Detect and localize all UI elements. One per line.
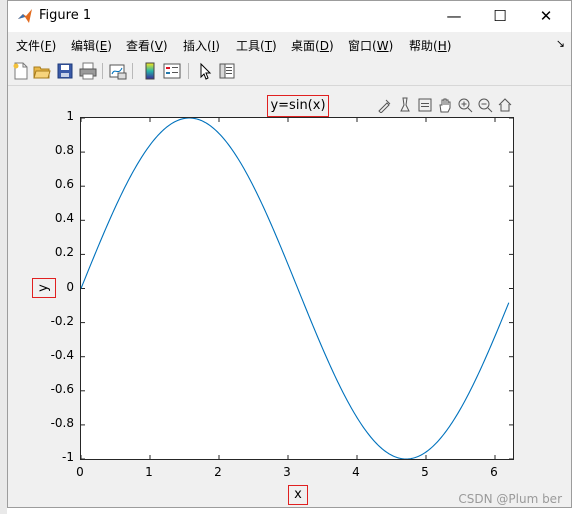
x-tick-label: 1 [145,465,153,479]
edit-plot-icon[interactable] [196,62,214,80]
insert-legend-icon[interactable] [163,62,181,80]
y-tick-label: 0.6 [54,177,74,192]
y-tick-label: 0.2 [54,245,74,260]
menu-tools[interactable]: 工具(T) [236,37,277,54]
new-figure-icon[interactable] [12,62,30,80]
y-tick-label: -1 [62,450,74,464]
series-line-0 [81,118,510,459]
y-tick-label: -0.4 [50,347,74,362]
menu-bar: 文件(F) 编辑(E) 查看(V) 插入(I) 工具(T) 桌面(D) 窗口(W… [8,32,571,56]
menu-overflow-icon[interactable]: ↘ [556,37,565,50]
window-title: Figure 1 [39,8,92,23]
property-inspector-icon[interactable] [218,62,236,80]
y-axis-label: y [32,278,56,298]
menu-file[interactable]: 文件(F) [16,37,56,54]
brush-icon[interactable] [377,97,393,113]
y-tick-label: 0.4 [54,211,74,226]
toolbar-separator [188,63,189,79]
menu-insert[interactable]: 插入(I) [183,37,220,54]
link-plot-icon[interactable] [109,62,127,80]
toolbar-separator [102,63,103,79]
data-tips-icon[interactable] [397,97,413,113]
y-tick-label: 1 [66,109,74,123]
background-window-strip [0,0,7,514]
watermark: CSDN @Plum ber [458,492,562,506]
home-icon[interactable] [497,97,513,113]
plot-axes[interactable] [80,117,514,460]
print-icon[interactable] [79,62,97,80]
toolbar-separator [132,63,133,79]
pan-icon[interactable] [437,97,453,113]
figure-toolbar [8,58,571,86]
menu-view[interactable]: 查看(V) [126,37,168,54]
maximize-button[interactable]: ☐ [477,1,523,32]
chart-title: y=sin(x) [267,95,329,117]
menu-desktop[interactable]: 桌面(D) [291,37,334,54]
x-tick-label: 3 [283,465,291,479]
open-file-icon[interactable] [33,62,51,80]
plot-svg [81,118,513,459]
x-tick-label: 2 [214,465,222,479]
x-tick-label: 5 [421,465,429,479]
y-tick-label: -0.6 [50,381,74,396]
x-tick-label: 0 [76,465,84,479]
menu-edit[interactable]: 编辑(E) [71,37,112,54]
minimize-button[interactable]: — [431,1,477,32]
y-tick-label: -0.8 [50,415,74,430]
menu-window[interactable]: 窗口(W) [348,37,393,54]
insert-colorbar-icon[interactable] [141,62,159,80]
close-button[interactable]: ✕ [523,1,569,32]
restore-view-icon[interactable] [417,97,433,113]
zoom-out-icon[interactable] [477,97,493,113]
menu-help[interactable]: 帮助(H) [409,37,451,54]
save-icon[interactable] [56,62,74,80]
title-bar: Figure 1 — ☐ ✕ [8,1,571,32]
zoom-in-icon[interactable] [457,97,473,113]
x-tick-label: 6 [490,465,498,479]
x-tick-label: 4 [352,465,360,479]
y-tick-label: 0.8 [54,143,74,158]
y-tick-label: -0.2 [50,313,74,328]
matlab-logo-icon [18,9,32,23]
x-axis-label: x [288,485,308,505]
